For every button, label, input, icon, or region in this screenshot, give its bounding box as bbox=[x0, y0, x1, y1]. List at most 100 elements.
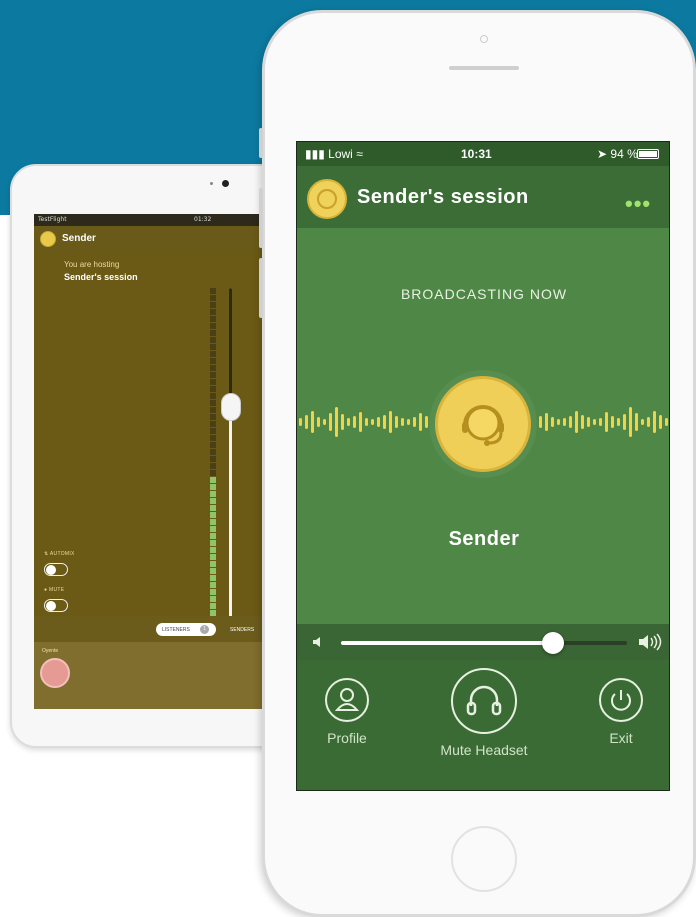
battery-label: ➤ 94 % bbox=[597, 147, 638, 161]
screenshot-stage: TestFlight 01:32 Sender You are hosting … bbox=[0, 0, 696, 917]
volume-slider-track-empty bbox=[229, 288, 232, 408]
waveform-bar bbox=[353, 416, 356, 428]
iphone-device: ▮▮▮ Lowi ≈ 10:31 ➤ 94 % Sender's session… bbox=[259, 10, 696, 917]
waveform-bar bbox=[335, 407, 338, 437]
meter-segment bbox=[210, 491, 216, 497]
waveform-bar bbox=[383, 415, 386, 429]
meter-segment bbox=[210, 393, 216, 399]
profile-button[interactable]: Profile bbox=[317, 678, 377, 746]
power-icon bbox=[611, 690, 631, 711]
volume-low-icon bbox=[313, 637, 320, 647]
meter-segment bbox=[210, 344, 216, 350]
ipad-session-name: Sender's session bbox=[64, 272, 138, 282]
waveform-bar bbox=[653, 411, 656, 433]
meter-segment bbox=[210, 351, 216, 357]
waveform-bar bbox=[299, 418, 302, 426]
meter-segment bbox=[210, 435, 216, 441]
meter-segment bbox=[210, 498, 216, 504]
headset-person-icon bbox=[462, 405, 504, 446]
automix-label-text: AUTOMIX bbox=[49, 551, 75, 557]
waveform-bar bbox=[569, 416, 572, 428]
listeners-count-badge: 1 bbox=[200, 625, 209, 634]
meter-segment bbox=[210, 302, 216, 308]
meter-segment bbox=[210, 456, 216, 462]
iphone-volume-down bbox=[259, 258, 263, 318]
waveform-bar bbox=[659, 415, 662, 429]
exit-button[interactable]: Exit bbox=[591, 678, 651, 746]
exit-circle bbox=[599, 678, 643, 722]
waveform-bar bbox=[425, 416, 428, 428]
waveform-bar bbox=[593, 419, 596, 425]
ipad-status-app: TestFlight bbox=[38, 216, 67, 223]
mute-headset-button[interactable]: Mute Headset bbox=[429, 668, 539, 758]
waveform-bar bbox=[605, 412, 608, 432]
waveform-bar bbox=[599, 418, 602, 426]
profile-icon bbox=[334, 688, 360, 711]
tab-listeners-label: LISTENERS bbox=[162, 627, 190, 633]
meter-segment bbox=[210, 372, 216, 378]
status-time: 10:31 bbox=[461, 147, 492, 161]
waveform-bar bbox=[395, 416, 398, 428]
profile-label: Profile bbox=[327, 730, 367, 746]
automix-label: ⇅ AUTOMIX bbox=[44, 551, 75, 557]
waveform-bar bbox=[305, 415, 308, 429]
sender-name: Sender bbox=[448, 528, 520, 550]
sender-avatar[interactable] bbox=[435, 376, 531, 472]
waveform-bar bbox=[377, 417, 380, 427]
waveform-bar bbox=[407, 419, 410, 425]
carrier-label: ▮▮▮ Lowi ≈ bbox=[305, 147, 363, 161]
waveform-bar bbox=[629, 407, 632, 437]
iphone-home-button[interactable] bbox=[451, 826, 517, 892]
volume-slider-knob[interactable] bbox=[542, 632, 564, 654]
meter-segment bbox=[210, 379, 216, 385]
action-bar: Profile Mute Headset Exit bbox=[297, 660, 669, 790]
tab-senders[interactable]: SENDERS bbox=[230, 627, 254, 633]
ipad-sensor bbox=[210, 182, 213, 185]
meter-segment bbox=[210, 540, 216, 546]
phone-screen: ▮▮▮ Lowi ≈ 10:31 ➤ 94 % Sender's session… bbox=[296, 141, 670, 791]
ellipsis-icon[interactable]: ••• bbox=[625, 191, 651, 217]
battery-percent: 94 % bbox=[610, 147, 638, 161]
header-avatar[interactable] bbox=[307, 179, 347, 219]
volume-slider-knob[interactable] bbox=[221, 392, 241, 421]
meter-segment bbox=[210, 386, 216, 392]
wifi-icon: ≈ bbox=[356, 147, 363, 161]
meter-segment bbox=[210, 519, 216, 525]
waveform-bar bbox=[557, 419, 560, 425]
headphones-icon bbox=[466, 685, 502, 716]
iphone-camera-icon bbox=[480, 35, 488, 43]
waveform-bar bbox=[359, 412, 362, 432]
headset-person-icon bbox=[317, 189, 337, 209]
waveform-bar bbox=[341, 414, 344, 430]
mute-toggle[interactable] bbox=[44, 599, 68, 612]
automix-toggle[interactable] bbox=[44, 563, 68, 576]
meter-segment bbox=[210, 337, 216, 343]
meter-segment bbox=[210, 358, 216, 364]
waveform-bar bbox=[641, 419, 644, 425]
tab-listeners[interactable]: LISTENERS 1 bbox=[156, 623, 216, 636]
waveform-bar bbox=[647, 417, 650, 427]
waveform-bar bbox=[545, 413, 548, 431]
waveform-bar bbox=[413, 417, 416, 427]
meter-segment bbox=[210, 547, 216, 553]
meter-segment bbox=[210, 470, 216, 476]
meter-segment bbox=[210, 526, 216, 532]
meter-segment bbox=[210, 449, 216, 455]
ipad-hosting-label: You are hosting bbox=[64, 260, 120, 269]
meter-segment bbox=[210, 309, 216, 315]
volume-slider-fill bbox=[341, 641, 553, 645]
ipad-sender-avatar[interactable] bbox=[40, 231, 56, 247]
mute-toggle-knob bbox=[46, 601, 56, 611]
meter-segment bbox=[210, 596, 216, 602]
listener-avatar[interactable] bbox=[40, 658, 70, 688]
profile-circle bbox=[325, 678, 369, 722]
iphone-volume-up bbox=[259, 188, 263, 248]
mute-label: ● MUTE bbox=[44, 587, 65, 593]
session-header: Sender's session ••• bbox=[297, 166, 669, 228]
status-bar: ▮▮▮ Lowi ≈ 10:31 ➤ 94 % bbox=[297, 142, 669, 166]
mute-headset-circle bbox=[451, 668, 517, 734]
mute-headset-label: Mute Headset bbox=[440, 742, 528, 758]
waveform-bar bbox=[563, 418, 566, 426]
automix-toggle-knob bbox=[46, 565, 56, 575]
waveform-bar bbox=[623, 414, 626, 430]
